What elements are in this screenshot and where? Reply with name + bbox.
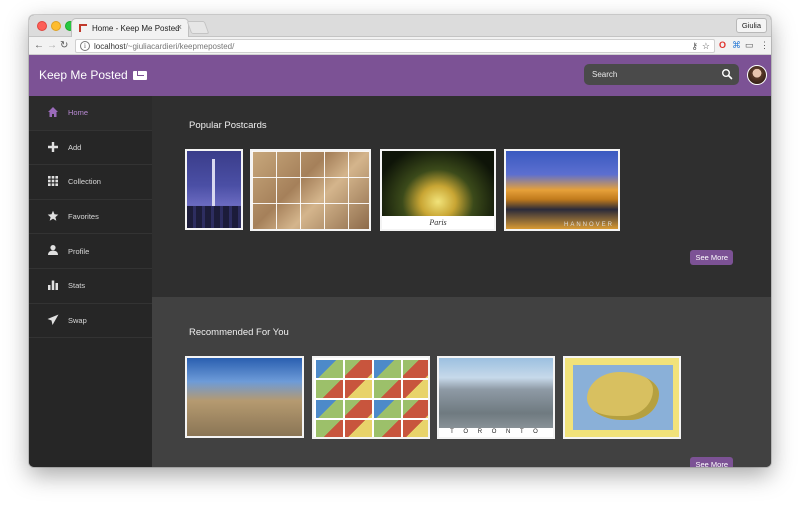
menu-dots-icon[interactable]: ⋮ [760,40,769,51]
postcard-card[interactable]: T O R O N T O [437,356,555,439]
sidebar-item-collection[interactable]: Collection [29,165,152,200]
sidebar-item-stats[interactable]: Stats [29,269,152,304]
postcard-card[interactable]: HANNOVER [504,149,620,231]
cast-icon[interactable]: ▭ [745,40,754,51]
close-window-button[interactable] [37,21,47,31]
home-icon [48,107,58,117]
extension-icon[interactable]: ⌘ [732,40,741,51]
postcard-card[interactable] [250,149,371,231]
postcard-card[interactable]: Paris [380,149,496,231]
tab-title: Home - Keep Me Posted [92,23,180,33]
browser-profile-button[interactable]: Giulia [735,18,767,33]
url-host: localhost [94,42,126,51]
address-bar[interactable]: i localhost/~giuliacardieri/keepmeposted… [75,39,715,53]
postcard-caption: Paris [382,216,494,229]
favicon-icon [79,24,87,32]
sidebar-item-profile[interactable]: Profile [29,234,152,269]
opera-extension-icon[interactable]: O [719,40,726,51]
postcard-card[interactable] [563,356,681,439]
sidebar: Home Add Collection Favorites Profile St… [29,96,152,467]
section-title: Popular Postcards [189,120,267,131]
bar-chart-icon [48,280,58,290]
key-icon[interactable]: ⚷ [691,41,698,52]
postcard-logo-icon [132,70,147,80]
see-more-button[interactable]: See More [690,250,733,265]
section-title: Recommended For You [189,327,289,338]
sidebar-item-add[interactable]: Add [29,131,152,166]
browser-tab[interactable]: Home - Keep Me Posted × [71,18,189,37]
avatar[interactable] [747,65,767,85]
sidebar-item-label: Swap [68,315,87,325]
postcard-card[interactable] [185,149,243,230]
forward-arrow-icon[interactable]: → [47,40,57,52]
paper-plane-icon [47,314,59,325]
postcard-caption: HANNOVER [563,222,614,228]
tab-close-icon[interactable]: × [177,22,182,32]
sidebar-item-label: Profile [68,246,90,256]
search-icon[interactable] [721,68,733,80]
app-header: Keep Me Posted [29,55,771,96]
brand[interactable]: Keep Me Posted [39,68,147,82]
sidebar-item-favorites[interactable]: Favorites [29,200,152,235]
back-arrow-icon[interactable]: ← [34,40,44,52]
see-more-button[interactable]: See More [690,457,733,467]
grid-icon [48,176,58,187]
search-box [584,64,739,85]
sidebar-item-label: Stats [68,281,86,291]
sidebar-item-label: Home [68,108,89,118]
plus-icon [48,141,58,152]
sidebar-item-label: Collection [68,177,101,187]
url-text[interactable]: localhost/~giuliacardieri/keepmeposted/ [94,41,234,52]
sidebar-item-swap[interactable]: Swap [29,304,152,339]
browser-window: Home - Keep Me Posted × Giulia ← → ↻ i l… [29,15,771,467]
popular-postcards-section: Popular Postcards Paris HANNOVER See Mor… [152,96,771,297]
sidebar-item-label: Favorites [68,212,99,222]
url-path: /~giuliacardieri/keepmeposted/ [125,42,235,51]
search-input[interactable] [592,68,712,81]
browser-titlebar: Home - Keep Me Posted × Giulia [29,15,771,37]
browser-toolbar: ← → ↻ i localhost/~giuliacardieri/keepme… [29,37,771,55]
sidebar-item-label: Add [68,142,82,152]
recommended-section: Recommended For You T O R O N T O See Mo… [152,297,771,467]
main-content: Popular Postcards Paris HANNOVER See Mor… [152,96,771,467]
reload-icon[interactable]: ↻ [60,40,68,52]
sidebar-item-home[interactable]: Home [29,96,152,131]
brand-name: Keep Me Posted [39,68,128,82]
postcard-caption: T O R O N T O [439,428,553,437]
info-icon[interactable]: i [80,41,90,51]
user-icon [48,245,58,256]
postcard-card[interactable] [312,356,430,439]
new-tab-button[interactable] [186,21,210,34]
star-icon [47,210,59,221]
bookmark-star-icon[interactable]: ☆ [702,41,710,52]
minimize-window-button[interactable] [51,21,61,31]
postcard-card[interactable] [185,356,304,438]
